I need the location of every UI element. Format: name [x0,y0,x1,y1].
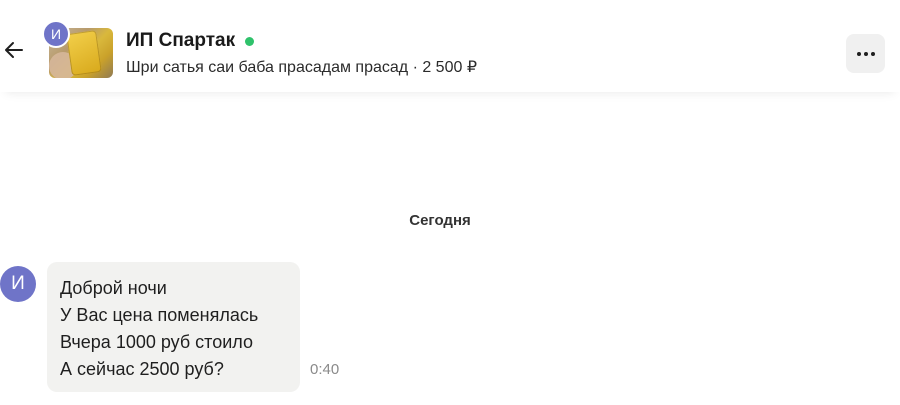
more-horizontal-icon [870,51,875,56]
sender-avatar: И [0,266,36,302]
arrow-left-icon[interactable] [2,38,26,62]
thumbnail-package [66,30,102,76]
message-time: 0:40 [310,361,340,378]
listing-subtitle[interactable]: Шри сатья саи баба прасадам прасад · 2 5… [126,57,477,77]
more-options-button[interactable] [846,34,885,73]
seller-avatar: И [42,20,70,48]
more-horizontal-icon [863,51,868,56]
chat-header: И ИП Спартак Шри сатья саи баба прасадам… [0,0,900,92]
message-line: Вчера 1000 руб стоило [60,332,254,352]
message-line: А сейчас 2500 руб? [60,359,224,379]
message-line: Доброй ночи [60,278,167,298]
online-status-dot [245,36,255,46]
seller-name[interactable]: ИП Спартак [126,30,235,52]
more-horizontal-icon [856,51,861,56]
title-row: ИП Спартак [126,30,255,52]
message-line: У Вас цена поменялась [60,305,259,325]
message-bubble[interactable]: Доброй ночи У Вас цена поменялась Вчера … [47,262,300,392]
date-separator: Сегодня [409,212,471,229]
